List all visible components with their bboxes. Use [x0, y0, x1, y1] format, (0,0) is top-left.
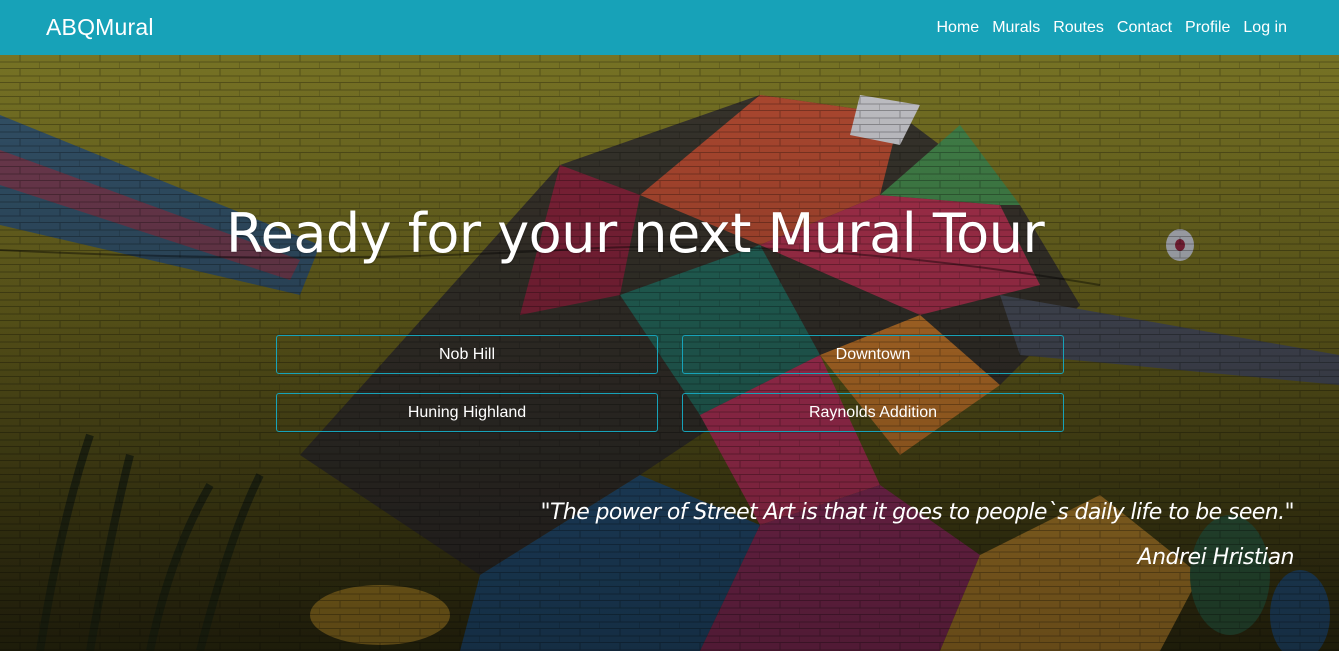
route-button-downtown[interactable]: Downtown — [682, 335, 1064, 374]
nav-link-home[interactable]: Home — [937, 19, 980, 37]
route-button-nob-hill[interactable]: Nob Hill — [276, 335, 658, 374]
nav-link-routes[interactable]: Routes — [1053, 19, 1104, 37]
nav-link-murals[interactable]: Murals — [992, 19, 1040, 37]
route-button-huning-highland[interactable]: Huning Highland — [276, 393, 658, 432]
quote-author: Andrei Hristian — [1137, 545, 1295, 570]
hero-headline: Ready for your next Mural Tour — [226, 202, 1045, 265]
nav-link-login[interactable]: Log in — [1243, 19, 1287, 37]
nav-link-profile[interactable]: Profile — [1185, 19, 1230, 37]
route-button-raynolds-addition[interactable]: Raynolds Addition — [682, 393, 1064, 432]
navbar: ABQMural Home Murals Routes Contact Prof… — [0, 0, 1339, 55]
brand-logo-link[interactable]: ABQMural — [46, 14, 154, 41]
nav-links: Home Murals Routes Contact Profile Log i… — [937, 19, 1288, 37]
hero-section: Ready for your next Mural Tour Nob Hill … — [0, 55, 1339, 651]
hero-quote: "The power of Street Art is that it goes… — [540, 500, 1295, 525]
nav-link-contact[interactable]: Contact — [1117, 19, 1172, 37]
